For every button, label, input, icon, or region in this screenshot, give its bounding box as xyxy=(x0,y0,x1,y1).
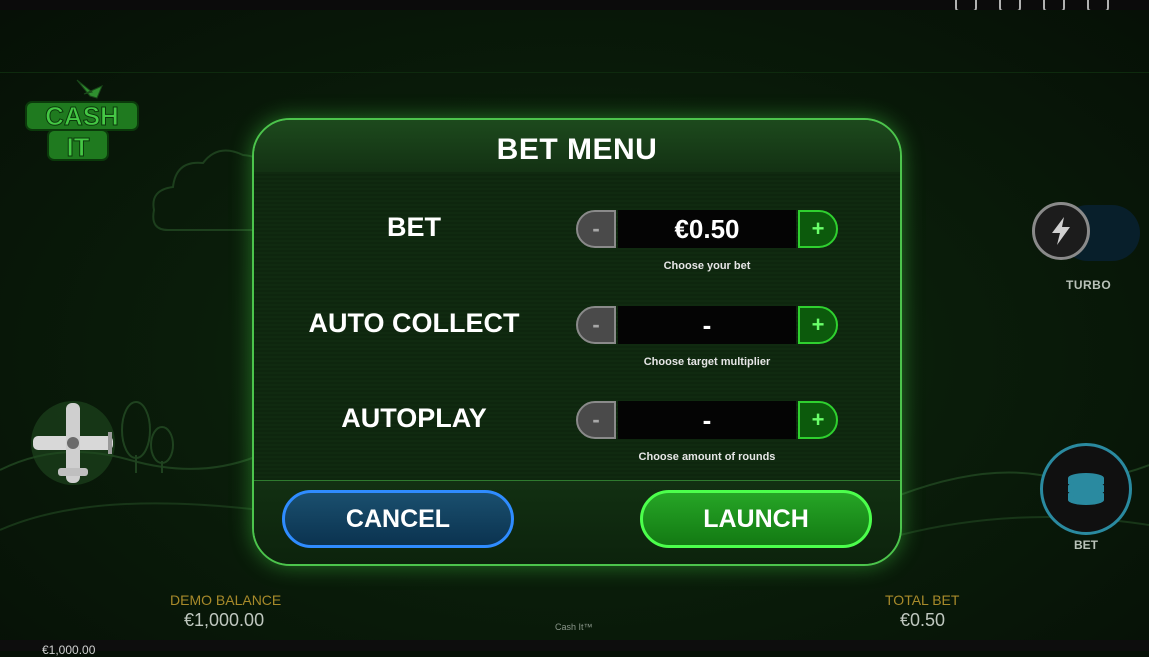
top-bar xyxy=(0,0,1149,12)
bottom-bar xyxy=(0,640,1149,651)
modal-footer: CANCEL LAUNCH xyxy=(254,480,900,564)
modal-header: BET MENU xyxy=(254,120,900,173)
cash-it-logo: CASH IT xyxy=(25,79,139,163)
bet-value: €0.50 xyxy=(618,210,796,248)
horizon-line xyxy=(0,72,1149,73)
modal-body: BET - €0.50 + Choose your bet AUTO COLLE… xyxy=(254,172,900,480)
autoplay-hint: Choose amount of rounds xyxy=(638,451,776,463)
bet-increase-button[interactable]: + xyxy=(798,210,838,248)
total-bet-value: €0.50 xyxy=(900,610,946,630)
bet-decrease-button[interactable]: - xyxy=(576,210,616,248)
turbo-label: TURBO xyxy=(1066,278,1112,292)
auto-collect-stepper: - - + xyxy=(576,306,838,346)
auto-collect-row-label: AUTO COLLECT xyxy=(308,308,520,338)
svg-text:CASH: CASH xyxy=(45,101,119,131)
bet-hint: Choose your bet xyxy=(663,260,751,272)
demo-balance-value: €1,000.00 xyxy=(184,610,265,630)
trees-decoration xyxy=(121,401,174,473)
auto-collect-decrease-button[interactable]: - xyxy=(576,306,616,344)
turbo-control: TURBO xyxy=(1032,200,1142,300)
bet-menu-modal: BET MENU BET - €0.50 + Choose your bet A… xyxy=(252,118,902,566)
auto-collect-increase-button[interactable]: + xyxy=(798,306,838,344)
svg-text:IT: IT xyxy=(66,132,89,162)
auto-collect-value: - xyxy=(618,306,796,344)
modal-title: BET MENU xyxy=(496,133,658,166)
airplane-icon xyxy=(31,401,115,485)
coin-stack-icon xyxy=(1068,473,1104,505)
total-bet-label: TOTAL BET xyxy=(885,592,960,608)
bet-control: BET xyxy=(1040,443,1132,558)
launch-button[interactable]: LAUNCH xyxy=(640,490,872,548)
autoplay-increase-button[interactable]: + xyxy=(798,401,838,439)
autoplay-decrease-button[interactable]: - xyxy=(576,401,616,439)
auto-collect-hint: Choose target multiplier xyxy=(643,356,771,368)
lightning-icon xyxy=(1052,217,1070,245)
game-name: Cash It™ xyxy=(555,622,593,632)
bet-round-button[interactable] xyxy=(1040,443,1132,535)
demo-balance-label: DEMO BALANCE xyxy=(170,592,282,608)
turbo-button[interactable] xyxy=(1032,202,1090,260)
autoplay-stepper: - - + xyxy=(576,401,838,441)
bet-label: BET xyxy=(1074,538,1098,552)
bet-stepper: - €0.50 + xyxy=(576,210,838,250)
autoplay-row-label: AUTOPLAY xyxy=(341,403,487,433)
bottom-bar-balance: €1,000.00 xyxy=(42,643,96,657)
bet-row-label: BET xyxy=(387,212,441,242)
cancel-button[interactable]: CANCEL xyxy=(282,490,514,548)
autoplay-value: - xyxy=(618,401,796,439)
